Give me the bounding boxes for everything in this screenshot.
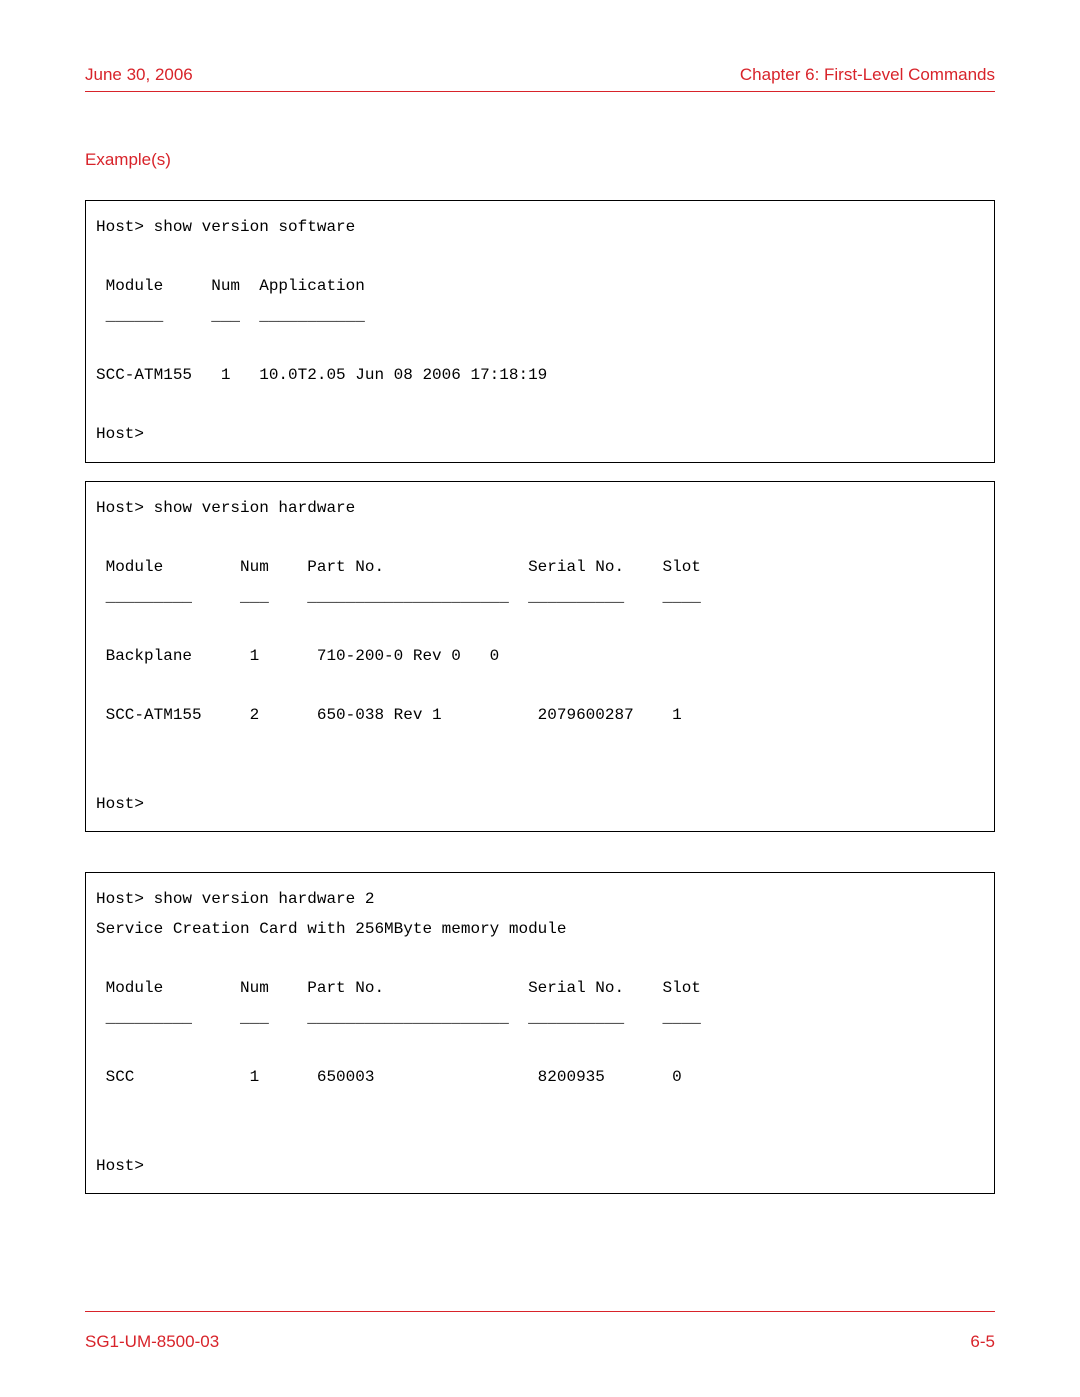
terminal-box-software: Host> show version software Module Num A… bbox=[85, 200, 995, 463]
header-date: June 30, 2006 bbox=[85, 65, 193, 85]
footer-doc-id: SG1-UM-8500-03 bbox=[85, 1332, 219, 1352]
footer-page-num: 6-5 bbox=[970, 1332, 995, 1352]
header-chapter: Chapter 6: First-Level Commands bbox=[740, 65, 995, 85]
terminal-box-hardware: Host> show version hardware Module Num P… bbox=[85, 481, 995, 833]
section-title-examples: Example(s) bbox=[85, 150, 995, 170]
page-footer: SG1-UM-8500-03 6-5 bbox=[85, 1311, 995, 1352]
document-page: June 30, 2006 Chapter 6: First-Level Com… bbox=[0, 0, 1080, 1397]
terminal-box-hardware-2: Host> show version hardware 2 Service Cr… bbox=[85, 872, 995, 1194]
page-header: June 30, 2006 Chapter 6: First-Level Com… bbox=[85, 65, 995, 92]
